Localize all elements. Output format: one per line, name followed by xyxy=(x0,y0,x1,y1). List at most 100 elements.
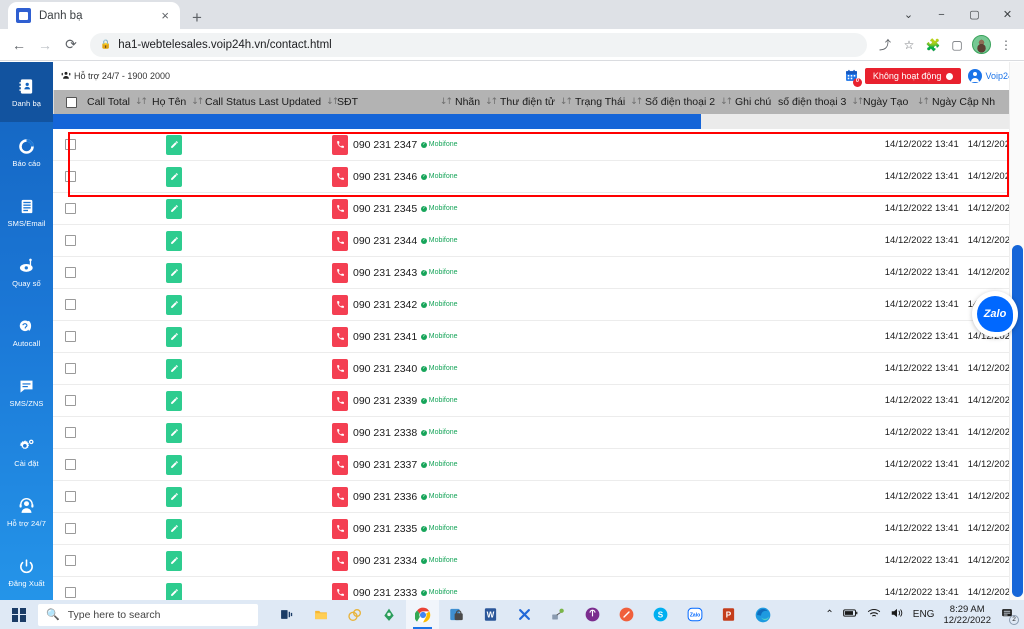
row-checkbox[interactable] xyxy=(65,395,76,406)
edit-pencil-icon[interactable] xyxy=(166,551,182,571)
file-explorer-icon[interactable] xyxy=(304,600,337,629)
edit-pencil-icon[interactable] xyxy=(166,391,182,411)
phone-call-icon[interactable] xyxy=(332,263,348,283)
page-scrollbar-thumb[interactable] xyxy=(1012,245,1023,597)
table-row[interactable]: 090 231 2345✓Mobifone14/12/2022 13:4114/… xyxy=(53,193,1024,225)
reload-icon[interactable]: ⟳ xyxy=(58,32,84,58)
table-row[interactable]: 090 231 2336✓Mobifone14/12/2022 13:4114/… xyxy=(53,481,1024,513)
edit-pencil-icon[interactable] xyxy=(166,231,182,251)
phone-call-icon[interactable] xyxy=(332,231,348,251)
bookmark-star-icon[interactable]: ☆ xyxy=(897,33,921,57)
windows-start-icon[interactable] xyxy=(0,600,38,629)
edit-pencil-icon[interactable] xyxy=(166,167,182,187)
phone-call-icon[interactable] xyxy=(332,295,348,315)
phone-call-icon[interactable] xyxy=(332,167,348,187)
row-checkbox[interactable] xyxy=(65,331,76,342)
language-indicator[interactable]: ENG xyxy=(913,609,935,620)
profile-avatar[interactable] xyxy=(972,35,991,54)
column-header-so-dien-thoai-3[interactable]: số điện thoại 3 ↓↑ xyxy=(778,90,863,114)
row-checkbox[interactable] xyxy=(65,171,76,182)
maximize-button[interactable]: ▢ xyxy=(958,0,991,29)
column-header-ho-ten[interactable]: Họ Tên ↓↑ xyxy=(152,90,205,114)
edit-pencil-icon[interactable] xyxy=(166,487,182,507)
row-checkbox[interactable] xyxy=(65,203,76,214)
app-green-icon[interactable] xyxy=(372,600,405,629)
battery-icon[interactable] xyxy=(843,608,858,621)
app-purple-icon[interactable] xyxy=(576,600,609,629)
table-row[interactable]: 090 231 2341✓Mobifone14/12/2022 13:4114/… xyxy=(53,321,1024,353)
phone-call-icon[interactable] xyxy=(332,423,348,443)
share-icon[interactable]: ⤴ xyxy=(873,33,897,57)
edit-pencil-icon[interactable] xyxy=(166,295,182,315)
word-icon[interactable]: W xyxy=(474,600,507,629)
column-header-call-status-last-updated[interactable]: Call Status Last Updated ↓↑ xyxy=(205,90,337,114)
extensions-puzzle-icon[interactable]: 🧩 xyxy=(921,33,945,57)
table-row[interactable]: 090 231 2335✓Mobifone14/12/2022 13:4114/… xyxy=(53,513,1024,545)
phone-call-icon[interactable] xyxy=(332,391,348,411)
phone-call-icon[interactable] xyxy=(332,455,348,475)
phone-call-icon[interactable] xyxy=(332,135,348,155)
app-lock-icon[interactable] xyxy=(440,600,473,629)
forward-icon[interactable]: → xyxy=(32,32,58,58)
sidebar-item-sms-zns[interactable]: SMS/ZNS xyxy=(0,362,53,422)
column-header-call-total[interactable]: Call Total ↓↑ xyxy=(87,90,152,114)
row-checkbox[interactable] xyxy=(65,555,76,566)
tray-chevron-icon[interactable]: ⌃ xyxy=(825,609,833,620)
row-checkbox[interactable] xyxy=(65,459,76,470)
table-row[interactable]: 090 231 2339✓Mobifone14/12/2022 13:4114/… xyxy=(53,385,1024,417)
notification-icon[interactable]: 2 xyxy=(1000,607,1017,623)
taskbar-clock[interactable]: 8:29 AM 12/22/2022 xyxy=(943,604,991,626)
row-checkbox[interactable] xyxy=(65,363,76,374)
zalo-chat-widget[interactable]: Zalo xyxy=(972,291,1018,337)
phone-call-icon[interactable] xyxy=(332,487,348,507)
column-header-nhan[interactable]: Nhãn ↓↑ xyxy=(455,90,500,114)
volume-icon[interactable] xyxy=(890,607,904,622)
table-row[interactable]: 090 231 2340✓Mobifone14/12/2022 13:4114/… xyxy=(53,353,1024,385)
new-tab-button[interactable]: + xyxy=(192,9,202,26)
row-checkbox[interactable] xyxy=(65,427,76,438)
edit-pencil-icon[interactable] xyxy=(166,423,182,443)
column-header-ngay-cap-nhat[interactable]: Ngày Cập Nh xyxy=(932,90,1002,114)
edit-pencil-icon[interactable] xyxy=(166,455,182,475)
column-header-ngay-tao[interactable]: Ngày Tạo ↓↑ xyxy=(863,90,932,114)
sidebar-item-ho-tro[interactable]: Hỗ trợ 24/7 xyxy=(0,482,53,542)
row-checkbox[interactable] xyxy=(65,267,76,278)
zalo-taskbar-icon[interactable]: Zalo xyxy=(678,600,711,629)
chevron-down-icon[interactable]: ⌄ xyxy=(892,0,925,29)
column-header-sdt[interactable]: SĐT ↓↑ xyxy=(337,90,455,114)
phone-call-icon[interactable] xyxy=(332,519,348,539)
row-checkbox[interactable] xyxy=(65,587,76,598)
edit-pencil-icon[interactable] xyxy=(166,327,182,347)
row-checkbox[interactable] xyxy=(65,235,76,246)
edge-icon[interactable] xyxy=(746,600,779,629)
column-header-thu-dien-tu[interactable]: Thư điện tử ↓↑ xyxy=(500,90,575,114)
column-header-ghi-chu[interactable]: Ghi chú xyxy=(735,90,778,114)
edit-pencil-icon[interactable] xyxy=(166,263,182,283)
browser-tab[interactable]: Danh bạ × xyxy=(8,2,180,29)
row-checkbox[interactable] xyxy=(65,491,76,502)
side-panel-icon[interactable]: ▢ xyxy=(945,33,969,57)
phone-call-icon[interactable] xyxy=(332,359,348,379)
app-ring-icon[interactable] xyxy=(338,600,371,629)
phone-call-icon[interactable] xyxy=(332,551,348,571)
table-row[interactable]: 090 231 2347✓Mobifone14/12/2022 13:4114/… xyxy=(53,129,1024,161)
edit-pencil-icon[interactable] xyxy=(166,135,182,155)
app-orange-icon[interactable] xyxy=(610,600,643,629)
app-network-icon[interactable] xyxy=(542,600,575,629)
chrome-icon[interactable] xyxy=(406,600,439,629)
table-row[interactable]: 090 231 2337✓Mobifone14/12/2022 13:4114/… xyxy=(53,449,1024,481)
table-row[interactable]: 090 231 2342✓Mobifone14/12/2022 13:4114/… xyxy=(53,289,1024,321)
sidebar-item-quay-so[interactable]: Quay số xyxy=(0,242,53,302)
status-badge[interactable]: Không hoạt động xyxy=(865,68,962,84)
table-row[interactable]: 090 231 2343✓Mobifone14/12/2022 13:4114/… xyxy=(53,257,1024,289)
table-row[interactable]: 090 231 2344✓Mobifone14/12/2022 13:4114/… xyxy=(53,225,1024,257)
sidebar-item-danh-ba[interactable]: Danh bạ xyxy=(0,62,53,122)
sidebar-item-dang-xuat[interactable]: Đăng Xuất xyxy=(0,542,53,602)
column-header-trang-thai[interactable]: Trạng Thái ↓↑ xyxy=(575,90,645,114)
taskbar-search-input[interactable]: 🔍 Type here to search xyxy=(38,604,258,626)
close-window-button[interactable]: ✕ xyxy=(991,0,1024,29)
table-row[interactable]: 090 231 2346✓Mobifone14/12/2022 13:4114/… xyxy=(53,161,1024,193)
sidebar-item-bao-cao[interactable]: Báo cáo xyxy=(0,122,53,182)
phone-call-icon[interactable] xyxy=(332,199,348,219)
wifi-icon[interactable] xyxy=(867,608,881,622)
